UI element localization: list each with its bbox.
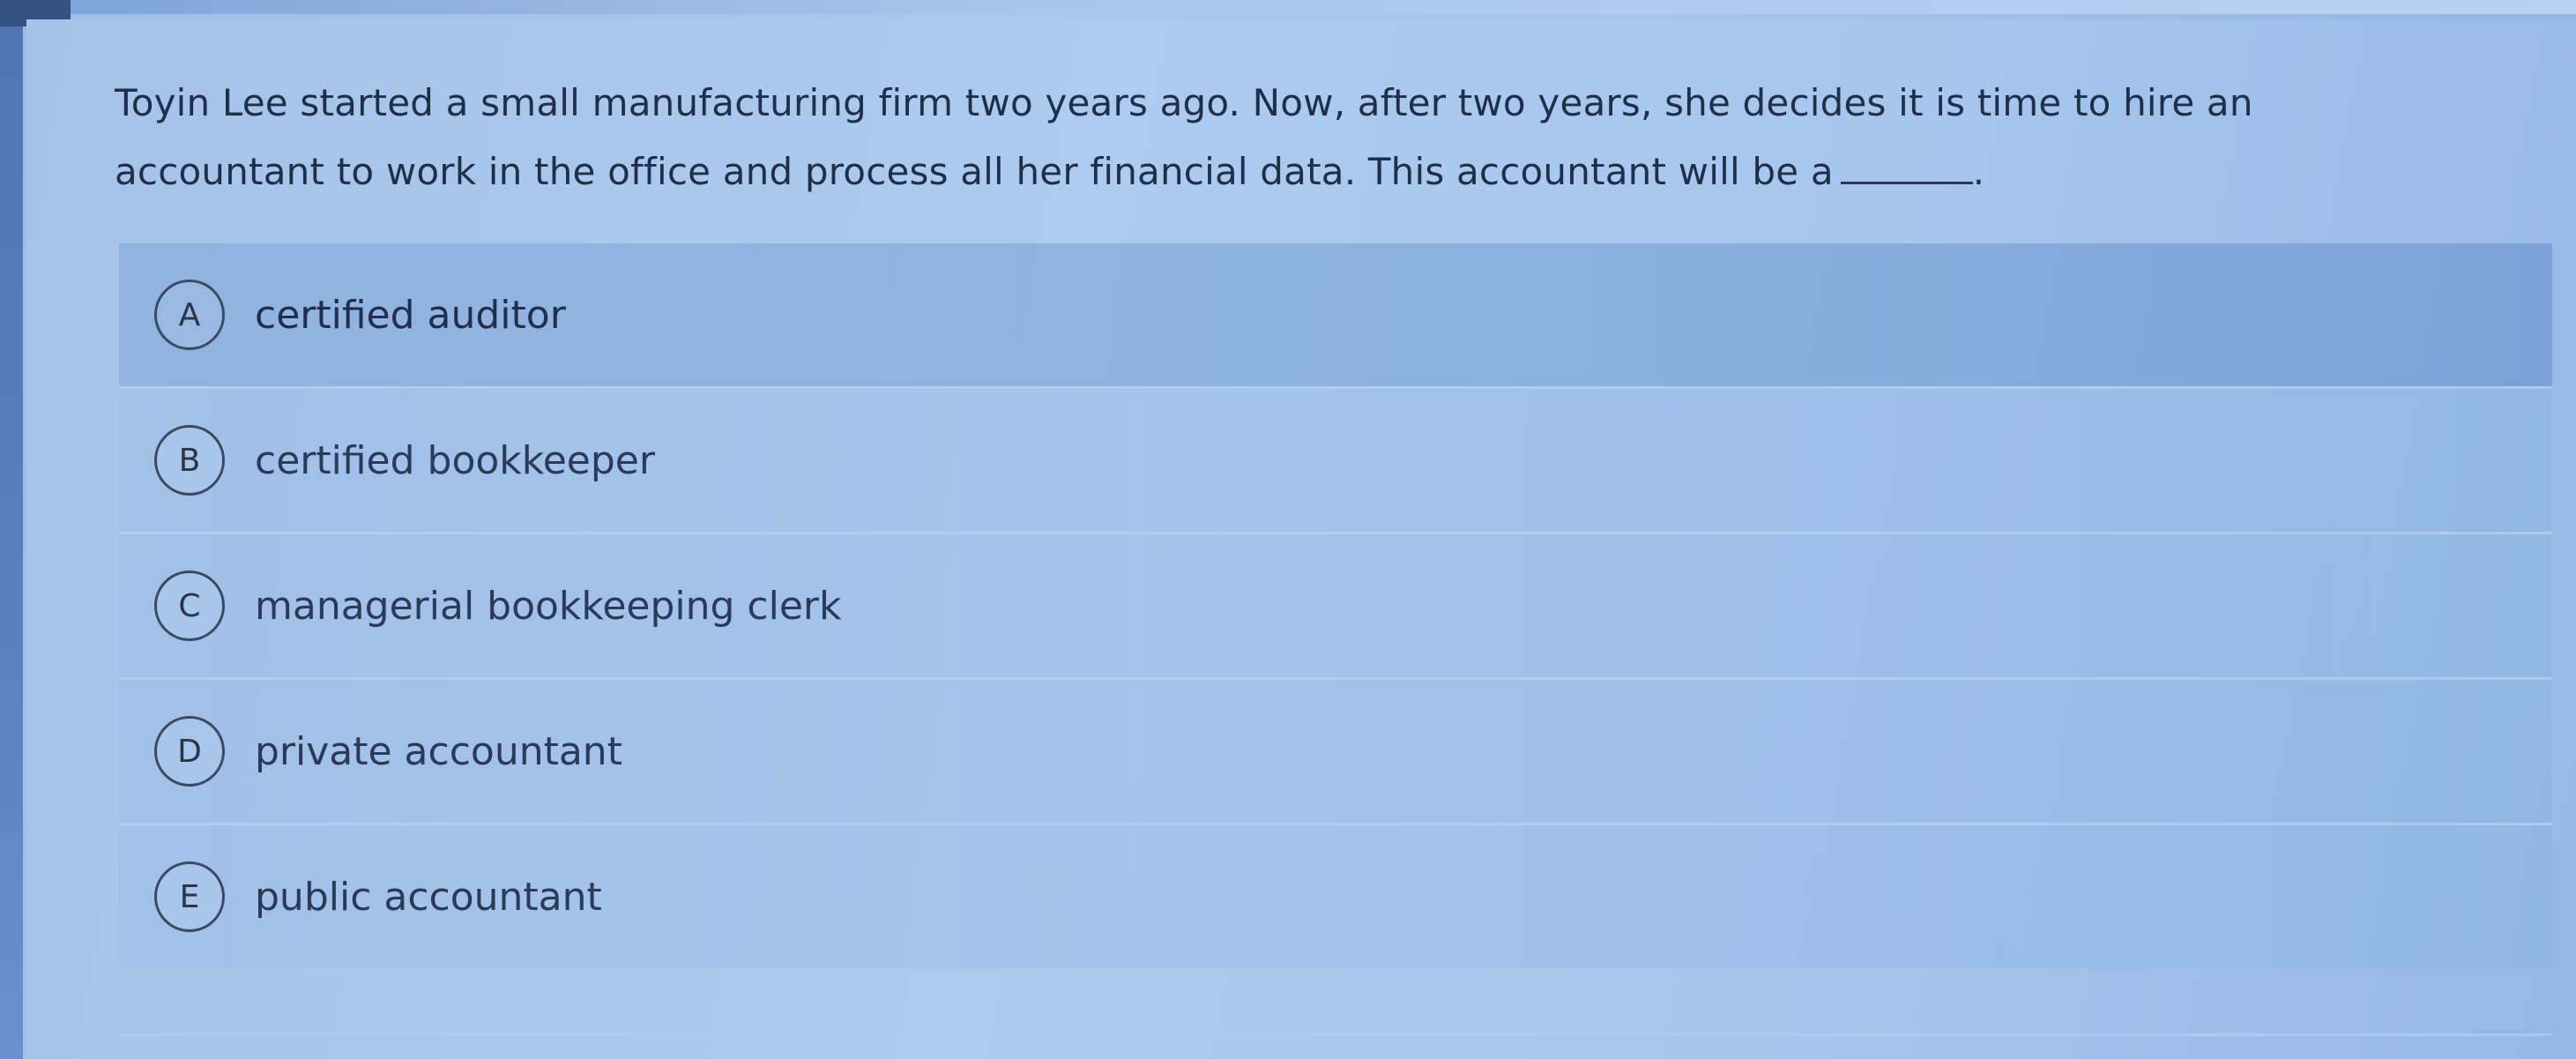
choice-b-label[interactable]: certified bookkeeper <box>255 438 655 483</box>
question-end-punct: . <box>1972 150 1985 193</box>
choice-a-letter-badge[interactable]: A <box>154 280 225 350</box>
choice-c-label[interactable]: managerial bookkeeping clerk <box>255 584 841 629</box>
choice-b-letter-badge[interactable]: B <box>154 425 225 496</box>
answer-choices: A certified auditor B certified bookkeep… <box>119 243 2552 968</box>
choice-d[interactable]: D private accountant <box>119 677 2552 823</box>
card-bottom-divider <box>119 1033 2552 1036</box>
choice-e[interactable]: E public accountant <box>119 823 2552 968</box>
choice-e-letter-badge[interactable]: E <box>154 861 225 932</box>
choice-d-label[interactable]: private accountant <box>255 729 622 774</box>
question-stem: Toyin Lee started a small manufacturing … <box>115 69 2424 206</box>
choice-e-label[interactable]: public accountant <box>255 875 602 920</box>
choice-a-label[interactable]: certified auditor <box>255 293 566 338</box>
choice-c[interactable]: C managerial bookkeeping clerk <box>119 532 2552 677</box>
choice-d-letter-badge[interactable]: D <box>154 716 225 787</box>
choice-a[interactable]: A certified auditor <box>119 243 2552 386</box>
choice-c-letter-badge[interactable]: C <box>154 571 225 641</box>
answer-blank <box>1840 152 1973 184</box>
screen-left-edge <box>0 0 23 1059</box>
choice-b[interactable]: B certified bookkeeper <box>119 386 2552 532</box>
screen-top-edge <box>23 0 2576 14</box>
